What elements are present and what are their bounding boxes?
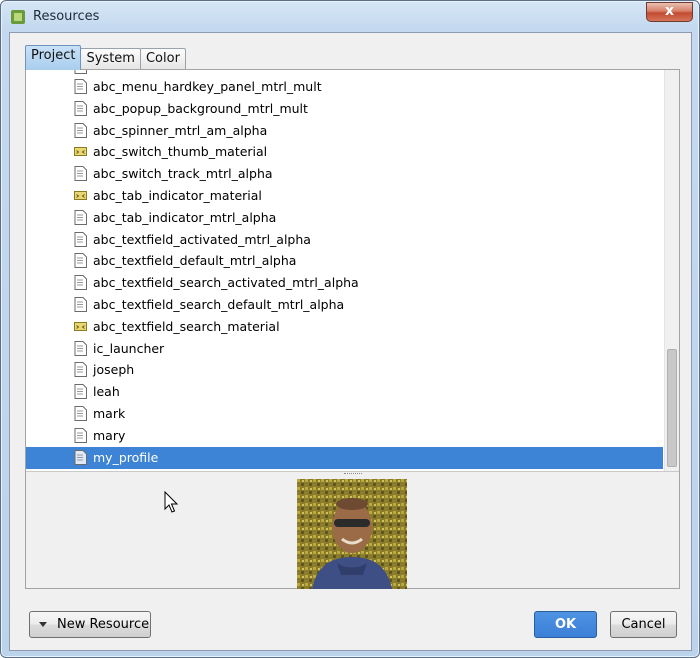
list-item[interactable]: abc_textfield_search_material [26, 316, 663, 338]
cancel-button[interactable]: Cancel [610, 611, 677, 638]
list-item[interactable]: abc_textfield_search_activated_mtrl_alph… [26, 272, 663, 294]
file-icon [74, 122, 87, 138]
list-item-label: abc_spinner_mtrl_am_alpha [93, 122, 268, 138]
list-item-selected[interactable]: my_profile [26, 446, 663, 469]
list-item-label: abc_textfield_search_material [93, 318, 280, 334]
close-button[interactable]: x [646, 2, 693, 22]
list-item[interactable]: abc_switch_track_mtrl_alpha [26, 163, 663, 185]
mouse-cursor-icon [164, 491, 179, 513]
file-icon [74, 362, 87, 378]
new-resource-button[interactable]: New Resource [29, 611, 151, 638]
list-item-label: joseph [93, 362, 135, 378]
ok-button[interactable]: OK [534, 611, 597, 638]
list-item[interactable]: ic_launcher [26, 338, 663, 360]
list-item[interactable]: abc_textfield_default_mtrl_alpha [26, 250, 663, 272]
splitter-handle[interactable] [26, 471, 679, 477]
xml-drawable-icon [74, 147, 87, 157]
list-item[interactable]: mark [26, 403, 663, 425]
tab-color[interactable]: Color [139, 48, 186, 70]
list-item-label: abc_textfield_search_default_mtrl_alpha [93, 297, 345, 312]
file-icon [74, 275, 87, 291]
list-item-label: leah [93, 384, 120, 400]
list-item[interactable]: abc_spinner_mtrl_am_alpha [26, 120, 663, 142]
list-item-label: abc_tab_indicator_mtrl_alpha [93, 209, 277, 225]
list-item-label: mary [93, 427, 126, 443]
file-icon [74, 297, 87, 312]
new-resource-label: New Resource [57, 617, 150, 632]
scrollbar-thumb[interactable] [667, 349, 677, 467]
tab-panel: abc_menu_hardkey_panel_mtrl_mult abc_popu… [25, 69, 680, 589]
file-icon [74, 384, 87, 400]
title-bar[interactable]: Resources x [1, 1, 699, 33]
list-item-label: abc_tab_indicator_material [93, 188, 262, 203]
xml-drawable-icon [74, 191, 87, 200]
list-item[interactable]: mary [26, 425, 663, 447]
list-item-label: abc_textfield_activated_mtrl_alpha [93, 231, 311, 247]
window-title: Resources [33, 9, 100, 24]
file-icon [74, 449, 87, 465]
list-item-label: abc_switch_thumb_material [93, 144, 268, 160]
file-icon [74, 427, 87, 443]
list-item-label: abc_popup_background_mtrl_mult [93, 100, 308, 116]
resource-list[interactable]: abc_menu_hardkey_panel_mtrl_mult abc_popu… [26, 70, 679, 471]
xml-drawable-icon [74, 321, 87, 331]
list-item-label: my_profile [93, 449, 159, 465]
list-item[interactable]: abc_switch_thumb_material [26, 141, 663, 163]
file-icon [74, 406, 87, 421]
grip-icon [344, 473, 362, 475]
list-item[interactable]: abc_textfield_search_default_mtrl_alpha [26, 294, 663, 316]
list-item[interactable]: abc_popup_background_mtrl_mult [26, 98, 663, 120]
file-icon [74, 231, 87, 247]
list-item-label: mark [93, 406, 126, 421]
resources-dialog: Resources x Project System Color abc_men… [0, 0, 700, 658]
file-icon [74, 340, 87, 356]
file-icon [74, 100, 87, 116]
dialog-body: Project System Color abc_menu_hardkey_pa… [9, 32, 692, 651]
tab-project[interactable]: Project [25, 45, 82, 70]
tab-system[interactable]: System [80, 48, 141, 70]
file-icon [74, 166, 87, 182]
list-item-label: ic_launcher [93, 340, 165, 356]
list-item-label: abc_switch_track_mtrl_alpha [93, 166, 273, 182]
file-icon [74, 79, 87, 94]
close-icon: x [664, 3, 675, 19]
list-item[interactable]: abc_menu_hardkey_panel_mtrl_mult [26, 76, 663, 98]
file-icon [74, 253, 87, 269]
android-studio-icon [11, 10, 25, 24]
list-item-label: abc_textfield_search_activated_mtrl_alph… [93, 275, 359, 291]
file-icon [74, 70, 87, 74]
list-item[interactable]: abc_textfield_activated_mtrl_alpha [26, 229, 663, 251]
list-item[interactable]: abc_tab_indicator_mtrl_alpha [26, 207, 663, 229]
list-item-label: abc_menu_hardkey_panel_mtrl_mult [93, 79, 322, 94]
file-icon [74, 209, 87, 225]
dropdown-arrow-icon [39, 622, 47, 627]
tab-bar: Project System Color [25, 45, 186, 70]
vertical-scrollbar[interactable] [664, 70, 679, 471]
list-item[interactable]: abc_tab_indicator_material [26, 185, 663, 207]
list-item-label: abc_textfield_default_mtrl_alpha [93, 253, 297, 269]
list-item[interactable]: joseph [26, 359, 663, 381]
profile-photo-preview [297, 479, 407, 589]
list-item[interactable]: leah [26, 381, 663, 403]
